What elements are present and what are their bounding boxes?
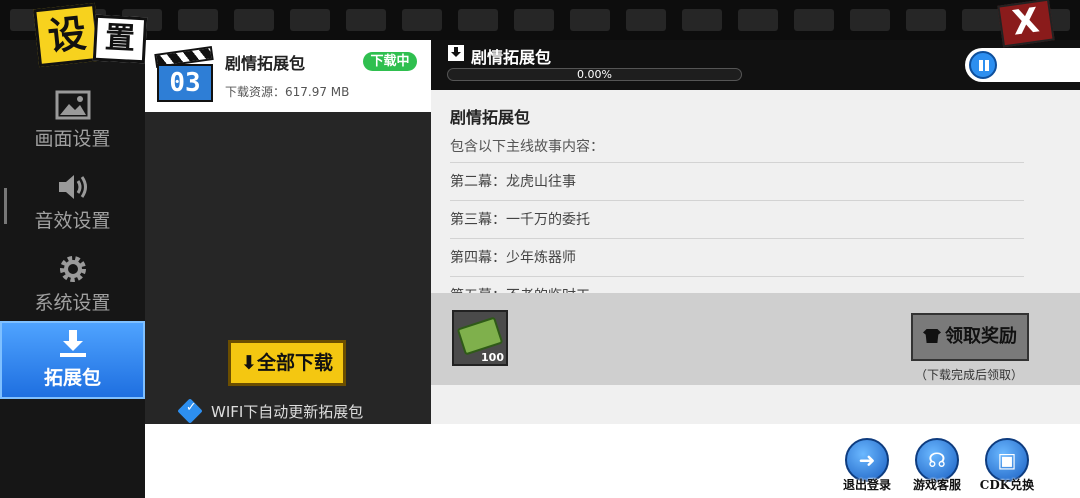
cdk-redeem-button[interactable]: ▣ CDK兑换 bbox=[977, 438, 1037, 498]
download-icon bbox=[448, 45, 464, 61]
film-hole bbox=[234, 9, 274, 31]
film-hole bbox=[794, 9, 834, 31]
film-hole bbox=[346, 9, 386, 31]
sidebar: 画面设置 音效设置 系统设置 拓展包 bbox=[0, 40, 145, 498]
content-title: 剧情拓展包 bbox=[450, 108, 531, 127]
page-title: 设 置 bbox=[33, 2, 156, 68]
pack-content: 剧情拓展包 包含以下主线故事内容： 第二幕：龙虎山往事 第三幕：一千万的委托 第… bbox=[431, 90, 1080, 293]
sidebar-item-expansion[interactable]: 拓展包 bbox=[0, 321, 145, 399]
close-button[interactable]: X bbox=[997, 0, 1055, 48]
detail-header: 剧情拓展包 0.00% bbox=[431, 40, 1080, 90]
sidebar-item-sound[interactable]: 音效设置 bbox=[0, 166, 145, 244]
pause-button[interactable] bbox=[969, 51, 997, 79]
speaker-icon bbox=[58, 175, 87, 199]
film-hole bbox=[290, 9, 330, 31]
logout-button[interactable]: ➜ 退出登录 bbox=[837, 438, 897, 498]
close-icon: X bbox=[1010, 0, 1042, 44]
image-icon bbox=[55, 90, 90, 120]
reward-count: 100 bbox=[481, 351, 504, 364]
gear-icon bbox=[59, 256, 86, 282]
film-hole bbox=[178, 9, 218, 31]
pack-card[interactable]: 03 剧情拓展包 下载资源：617.97 MB 下载中 bbox=[145, 40, 431, 112]
detail-header-title: 剧情拓展包 bbox=[471, 48, 552, 67]
film-hole bbox=[402, 9, 442, 31]
sidebar-item-label: 画面设置 bbox=[34, 128, 111, 150]
film-hole bbox=[906, 9, 946, 31]
logout-label: 退出登录 bbox=[842, 478, 891, 492]
pack-detail-panel: 剧情拓展包 0.00% 剧情拓展包 包含以下主线故事内容： 第二幕：龙虎山往事 … bbox=[431, 40, 1080, 424]
pack-number: 03 bbox=[157, 64, 213, 102]
shirt-icon bbox=[923, 329, 941, 343]
cash-icon bbox=[456, 316, 504, 356]
download-icon: ⬇ bbox=[241, 352, 257, 374]
film-hole bbox=[682, 9, 722, 31]
sidebar-item-label: 系统设置 bbox=[34, 292, 111, 314]
film-hole bbox=[962, 9, 1002, 31]
check-icon: ✓ bbox=[177, 398, 203, 424]
status-badge: 下载中 bbox=[363, 52, 417, 71]
title-char-2: 置 bbox=[92, 14, 148, 64]
chapter-item: 第四幕：少年炼器师 bbox=[450, 238, 1024, 276]
chapter-item: 第二幕：龙虎山往事 bbox=[450, 162, 1024, 200]
chapter-item: 第三幕：一千万的委托 bbox=[450, 200, 1024, 238]
sidebar-item-display[interactable]: 画面设置 bbox=[0, 84, 145, 162]
customer-service-label: 游戏客服 bbox=[912, 478, 961, 492]
film-hole bbox=[570, 9, 610, 31]
film-hole bbox=[738, 9, 778, 31]
reward-bar: 100 领取奖励 （下载完成后领取） bbox=[431, 293, 1080, 385]
download-all-label: 全部下载 bbox=[256, 352, 333, 374]
claim-note: （下载完成后领取） bbox=[915, 368, 1024, 382]
reward-item[interactable]: 100 bbox=[452, 310, 508, 366]
film-hole bbox=[850, 9, 890, 31]
pack-size: 下载资源：617.97 MB bbox=[225, 85, 350, 99]
content-intro: 包含以下主线故事内容： bbox=[450, 139, 604, 155]
title-char-1: 设 bbox=[33, 2, 101, 68]
download-progress-bar: 0.00% bbox=[447, 68, 742, 81]
sidebar-item-label: 音效设置 bbox=[34, 210, 111, 232]
chapter-item: 第五幕：不老的临时工 bbox=[450, 276, 1024, 293]
wifi-auto-update-label: WIFI下自动更新拓展包 bbox=[211, 403, 364, 421]
sidebar-item-label: 拓展包 bbox=[43, 367, 101, 389]
download-all-button[interactable]: ⬇全部下载 bbox=[228, 340, 346, 386]
pause-tab bbox=[965, 48, 1080, 82]
film-hole bbox=[514, 9, 554, 31]
bottom-bar: ➜ 退出登录 ☊ 游戏客服 ▣ CDK兑换 bbox=[145, 424, 1080, 498]
clapperboard-icon: 03 bbox=[154, 46, 214, 104]
sidebar-item-system[interactable]: 系统设置 bbox=[0, 248, 145, 326]
film-hole bbox=[458, 9, 498, 31]
progress-text: 0.00% bbox=[577, 68, 612, 81]
customer-service-button[interactable]: ☊ 游戏客服 bbox=[907, 438, 967, 498]
claim-reward-button[interactable]: 领取奖励 bbox=[911, 313, 1029, 361]
pack-list-panel: 03 剧情拓展包 下载资源：617.97 MB 下载中 ⬇全部下载 ✓ WIFI… bbox=[145, 40, 431, 424]
cdk-redeem-label: CDK兑换 bbox=[979, 478, 1035, 492]
film-hole bbox=[626, 9, 666, 31]
film-strip-bar bbox=[0, 0, 1080, 40]
pack-name: 剧情拓展包 bbox=[225, 54, 306, 73]
download-icon bbox=[59, 330, 86, 357]
claim-reward-label: 领取奖励 bbox=[945, 326, 1017, 347]
